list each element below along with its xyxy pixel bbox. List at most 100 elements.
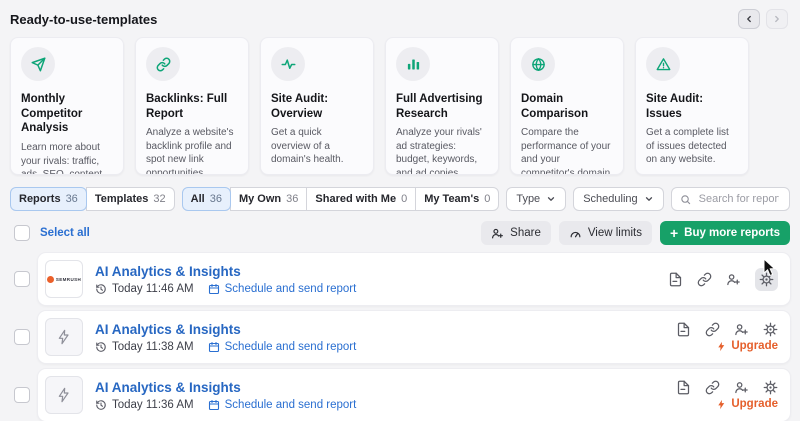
gear-icon [763, 380, 778, 395]
globe-icon [531, 57, 546, 72]
report-action-icons [668, 268, 778, 291]
type-dropdown[interactable]: Type [506, 187, 566, 211]
chevron-down-icon [644, 194, 654, 204]
send-icon [31, 57, 46, 72]
copy-link-button[interactable] [697, 272, 712, 287]
report-settings-button[interactable] [755, 268, 778, 291]
template-description: Get a quick overview of a domain's healt… [271, 126, 363, 166]
upgrade-link[interactable]: Upgrade [716, 398, 778, 410]
calendar-icon [208, 341, 220, 353]
export-pdf-button[interactable] [676, 380, 691, 395]
carousel-prev-button[interactable] [738, 9, 760, 29]
person-add-icon [734, 322, 749, 337]
template-cards-row: Monthly Competitor Analysis Learn more a… [0, 29, 800, 175]
report-checkbox[interactable] [14, 271, 30, 287]
view-limits-button[interactable]: View limits [559, 221, 652, 245]
link-icon [697, 272, 712, 287]
gear-icon [759, 272, 774, 287]
report-thumbnail[interactable] [45, 318, 83, 356]
report-row: SEMRUSH AI Analytics & Insights Today 11… [0, 253, 800, 305]
share-report-button[interactable] [734, 380, 749, 395]
tab-count: 32 [153, 193, 165, 205]
template-icon-circle [521, 47, 555, 81]
report-settings-button[interactable] [763, 380, 778, 395]
template-icon-circle [21, 47, 55, 81]
copy-link-button[interactable] [705, 380, 720, 395]
template-card-site-audit-overview[interactable]: Site Audit: Overview Get a quick overvie… [260, 37, 374, 175]
calendar-icon [208, 283, 220, 295]
timestamp-text: Today 11:38 AM [112, 341, 194, 353]
bolt-icon [716, 341, 727, 352]
schedule-and-send-link[interactable]: Schedule and send report [208, 399, 357, 411]
report-row: AI Analytics & Insights Today 11:38 AM S… [0, 311, 800, 363]
template-icon-circle [396, 47, 430, 81]
share-report-button[interactable] [726, 272, 741, 287]
buy-more-reports-label: Buy more reports [684, 227, 780, 239]
export-pdf-button[interactable] [676, 322, 691, 337]
tab-label: All [191, 193, 205, 205]
tab-my-teams[interactable]: My Team's 0 [415, 187, 499, 211]
report-action-icons [676, 322, 778, 337]
bolt-placeholder-icon [56, 387, 72, 403]
tab-templates[interactable]: Templates 32 [86, 187, 175, 211]
report-timestamp: Today 11:38 AM [95, 341, 194, 353]
tab-reports[interactable]: Reports 36 [10, 187, 87, 211]
file-pdf-icon [668, 272, 683, 287]
list-toolbar: Select all Share View limits + Buy more … [0, 211, 800, 245]
select-all-checkbox[interactable] [14, 225, 30, 241]
upgrade-link[interactable]: Upgrade [716, 340, 778, 352]
report-settings-button[interactable] [763, 322, 778, 337]
schedule-and-send-link[interactable]: Schedule and send report [208, 341, 357, 353]
report-info: AI Analytics & Insights Today 11:36 AM S… [95, 380, 356, 411]
pulse-icon [281, 57, 296, 72]
tab-count: 0 [401, 193, 407, 205]
upgrade-label: Upgrade [731, 398, 778, 410]
template-card-site-audit-issues[interactable]: Site Audit: Issues Get a complete list o… [635, 37, 749, 175]
report-title-link[interactable]: AI Analytics & Insights [95, 380, 356, 395]
clock-history-icon [95, 399, 107, 411]
search-icon [680, 194, 691, 205]
report-title-link[interactable]: AI Analytics & Insights [95, 322, 356, 337]
carousel-nav [738, 9, 788, 29]
tab-shared-with-me[interactable]: Shared with Me 0 [306, 187, 416, 211]
report-actions: Upgrade [676, 380, 778, 410]
template-card-monthly-competitor-analysis[interactable]: Monthly Competitor Analysis Learn more a… [10, 37, 124, 175]
report-thumbnail[interactable] [45, 376, 83, 414]
select-all-label[interactable]: Select all [40, 227, 90, 239]
chevron-down-icon [546, 194, 556, 204]
report-actions: Upgrade [676, 322, 778, 352]
report-action-icons [676, 380, 778, 395]
template-card-domain-comparison[interactable]: Domain Comparison Compare the performanc… [510, 37, 624, 175]
bar-chart-icon [406, 57, 421, 72]
template-card-full-advertising-research[interactable]: Full Advertising Research Analyze your r… [385, 37, 499, 175]
template-title: Backlinks: Full Report [146, 92, 238, 121]
export-pdf-button[interactable] [668, 272, 683, 287]
tab-count: 36 [210, 193, 222, 205]
copy-link-button[interactable] [705, 322, 720, 337]
report-card: AI Analytics & Insights Today 11:38 AM S… [38, 311, 790, 363]
tab-all[interactable]: All 36 [182, 187, 231, 211]
report-checkbox[interactable] [14, 329, 30, 345]
bolt-icon [716, 399, 727, 410]
tab-label: Reports [19, 193, 61, 205]
template-title: Site Audit: Issues [646, 92, 738, 121]
report-title-link[interactable]: AI Analytics & Insights [95, 264, 356, 279]
report-info: AI Analytics & Insights Today 11:46 AM S… [95, 264, 356, 295]
template-card-backlinks-full-report[interactable]: Backlinks: Full Report Analyze a website… [135, 37, 249, 175]
schedule-link-text: Schedule and send report [225, 399, 357, 411]
link-icon [705, 380, 720, 395]
carousel-next-button[interactable] [766, 9, 788, 29]
report-timestamp: Today 11:46 AM [95, 283, 194, 295]
report-thumbnail[interactable]: SEMRUSH [45, 260, 83, 298]
schedule-and-send-link[interactable]: Schedule and send report [208, 283, 357, 295]
search-input[interactable] [697, 192, 781, 206]
tab-my-own[interactable]: My Own 36 [230, 187, 307, 211]
report-checkbox[interactable] [14, 387, 30, 403]
share-button[interactable]: Share [481, 221, 551, 245]
report-card: SEMRUSH AI Analytics & Insights Today 11… [38, 253, 790, 305]
semrush-logo-text: SEMRUSH [56, 277, 81, 282]
scheduling-dropdown[interactable]: Scheduling [573, 187, 663, 211]
buy-more-reports-button[interactable]: + Buy more reports [660, 221, 790, 245]
share-report-button[interactable] [734, 322, 749, 337]
link-icon [705, 322, 720, 337]
